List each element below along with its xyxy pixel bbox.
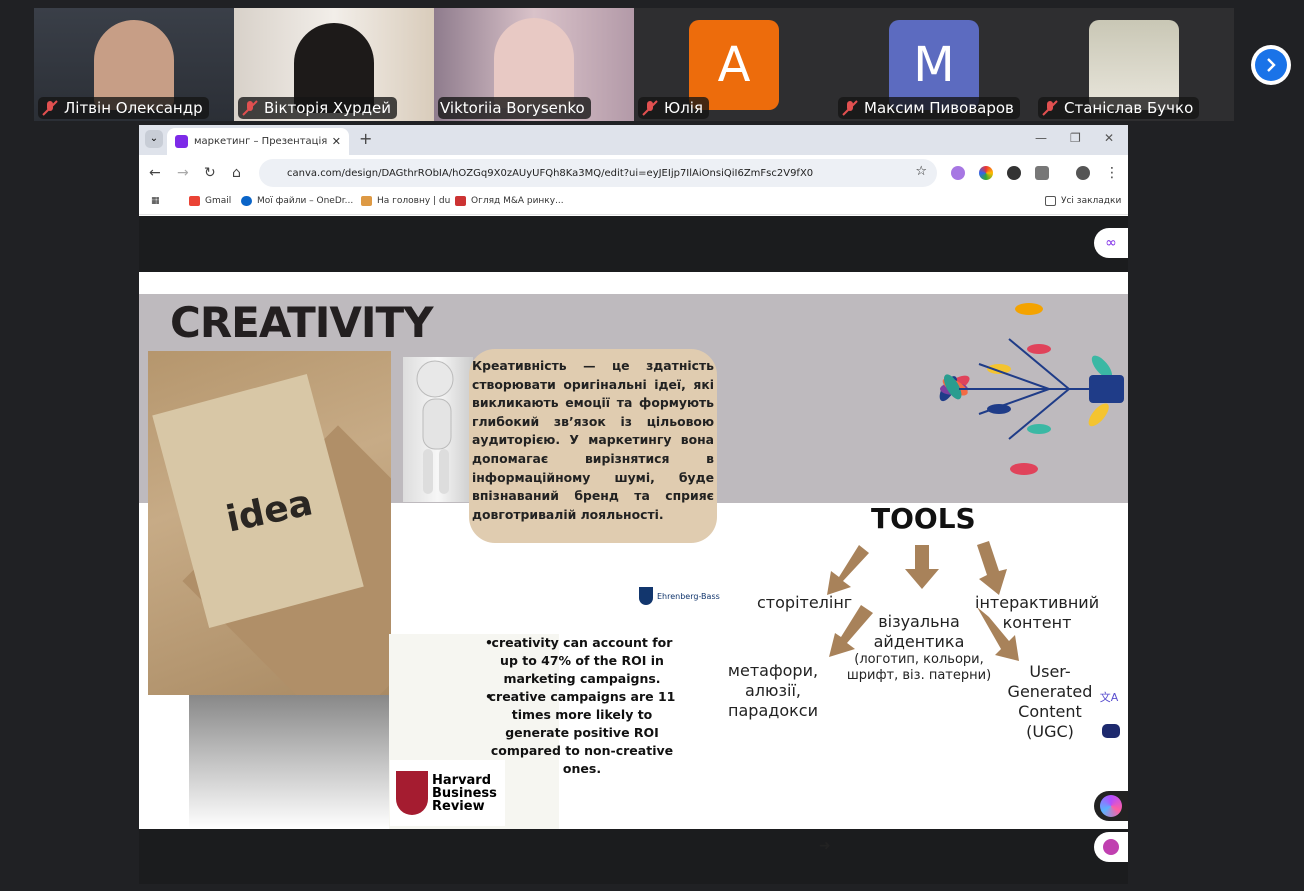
- bookmark-gmail[interactable]: Gmail: [189, 196, 231, 206]
- menu-kebab-icon[interactable]: ⋮: [1105, 165, 1119, 181]
- back-button[interactable]: ←: [149, 165, 161, 181]
- participant-namebar: Станіслав Бучко: [1038, 97, 1200, 119]
- stats-bullets: creativity can account for up to 47% of …: [477, 634, 677, 778]
- profile-avatar[interactable]: [1076, 166, 1090, 180]
- participant-name: Максим Пивоваров: [864, 99, 1014, 117]
- minimize-button[interactable]: —: [1035, 131, 1047, 145]
- participant-namebar: Літвін Олександр: [38, 97, 209, 119]
- infinity-icon[interactable]: ∞: [1094, 228, 1128, 258]
- mic-off-icon: [242, 100, 258, 116]
- close-tab-icon[interactable]: ✕: [332, 135, 341, 148]
- participant-namebar: Юлія: [638, 97, 709, 119]
- bookmark-onedrive[interactable]: Мої файли – OneDr...: [241, 196, 353, 206]
- apps-grid-icon[interactable]: ▦: [151, 196, 160, 206]
- slide-title: CREATIVITY: [170, 298, 434, 347]
- ehrenberg-bass-logo: Ehrenberg-Bass: [639, 581, 729, 611]
- extension-icon[interactable]: [951, 166, 965, 180]
- bookmarks-bar: ▦ Gmail Мої файли – OneDr... На головну …: [139, 191, 1128, 215]
- tab-title: маркетинг – Презентація: [194, 136, 328, 147]
- mic-off-icon: [642, 100, 658, 116]
- hbr-wordmark: Harvard Business Review: [432, 772, 497, 814]
- participant-tile[interactable]: Станіслав Бучко: [1034, 8, 1234, 121]
- address-bar[interactable]: canva.com/design/DAGthrRObIA/hOZGq9X0zAU…: [259, 159, 937, 187]
- shared-browser-window: ⌄ маркетинг – Презентація ✕ + — ❐ ✕ ← → …: [139, 125, 1128, 884]
- restore-button[interactable]: ❐: [1070, 131, 1081, 145]
- bookmark-du[interactable]: На головну | du: [361, 196, 450, 206]
- all-bookmarks[interactable]: Усі закладки: [1045, 196, 1121, 206]
- stat-bullet: creative campaigns are 11 times more lik…: [477, 688, 677, 778]
- tool-storytelling: сторітелінг: [757, 593, 853, 612]
- home-button[interactable]: ⌂: [232, 165, 241, 181]
- participant-namebar: Вікторія Хурдей: [238, 97, 397, 119]
- close-window-button[interactable]: ✕: [1104, 131, 1114, 145]
- definition-bubble: Креативність — це здатність створювати о…: [469, 349, 717, 543]
- mic-off-icon: [1042, 100, 1058, 116]
- bookmark-star-icon[interactable]: ☆: [915, 164, 927, 179]
- mic-off-icon: [42, 100, 58, 116]
- tab-search-button[interactable]: ⌄: [145, 130, 163, 148]
- participant-tile[interactable]: M Максим Пивоваров: [834, 8, 1034, 121]
- assistant-bot-icon[interactable]: [1094, 716, 1128, 746]
- tool-ugc: User- Generated Content (UGC): [1007, 662, 1093, 741]
- stat-bullet: creativity can account for up to 47% of …: [477, 634, 677, 688]
- envelope-image: idea: [148, 351, 391, 695]
- participant-name: Вікторія Хурдей: [264, 99, 391, 117]
- new-tab-button[interactable]: +: [359, 129, 372, 148]
- tab-bar: ⌄ маркетинг – Презентація ✕ + — ❐ ✕: [139, 125, 1128, 155]
- participant-tile[interactable]: A Юлія: [634, 8, 834, 121]
- participant-name: Станіслав Бучко: [1064, 99, 1194, 117]
- participant-name: Літвін Олександр: [64, 99, 203, 117]
- participant-name: Юлія: [664, 99, 703, 117]
- tool-metaphors: метафори, алюзії, парадокси: [727, 661, 819, 720]
- hbr-logo: Harvard Business Review: [390, 760, 505, 826]
- gradient-block: [189, 695, 389, 829]
- browser-toolbar: ← → ↻ ⌂ canva.com/design/DAGthrRObIA/hOZ…: [139, 155, 1128, 191]
- tools-title: TOOLS: [871, 502, 976, 535]
- tool-interactive-content: інтерактивний контент: [975, 593, 1100, 632]
- url-text: canva.com/design/DAGthrRObIA/hOZGq9X0zAU…: [287, 167, 814, 179]
- chevron-right-icon: [1267, 58, 1276, 72]
- participant-tile[interactable]: Літвін Олександр: [34, 8, 234, 121]
- mic-off-icon: [842, 100, 858, 116]
- participant-name: Viktoriia Borysenko: [440, 99, 585, 117]
- bookmark-ma[interactable]: Огляд M&A ринку...: [455, 196, 564, 206]
- next-participants-button[interactable]: [1251, 45, 1291, 85]
- extension-icon[interactable]: [1007, 166, 1021, 180]
- hbr-shield-icon: [396, 771, 428, 815]
- participant-namebar: Максим Пивоваров: [838, 97, 1020, 119]
- thinking-figure-image: [403, 357, 473, 502]
- slide: CREATIVITY idea Креативність — це здатні…: [139, 272, 1128, 854]
- participant-face: [494, 18, 574, 108]
- extension-icon[interactable]: [979, 166, 993, 180]
- extensions-puzzle-icon[interactable]: [1035, 166, 1049, 180]
- reload-button[interactable]: ↻: [204, 165, 216, 181]
- participant-strip: Літвін Олександр Вікторія Хурдей Viktori…: [34, 8, 1234, 121]
- ai-gradient-icon[interactable]: [1094, 791, 1128, 821]
- brain-icon[interactable]: [1094, 832, 1128, 862]
- forward-button[interactable]: →: [177, 165, 189, 181]
- participant-tile[interactable]: Вікторія Хурдей: [234, 8, 434, 121]
- canva-icon: [175, 135, 188, 148]
- browser-tab[interactable]: маркетинг – Презентація ✕: [167, 128, 349, 155]
- canva-presentation-view: ∞ CREATIVITY idea Креативність — це здат…: [139, 216, 1128, 884]
- creative-tree-image: [939, 303, 1124, 475]
- participant-tile-active[interactable]: Viktoriia Borysenko: [434, 8, 634, 121]
- participant-namebar: Viktoriia Borysenko: [438, 97, 591, 119]
- translate-icon[interactable]: 文A: [1094, 682, 1124, 712]
- mouse-cursor-icon: ➜: [819, 838, 831, 854]
